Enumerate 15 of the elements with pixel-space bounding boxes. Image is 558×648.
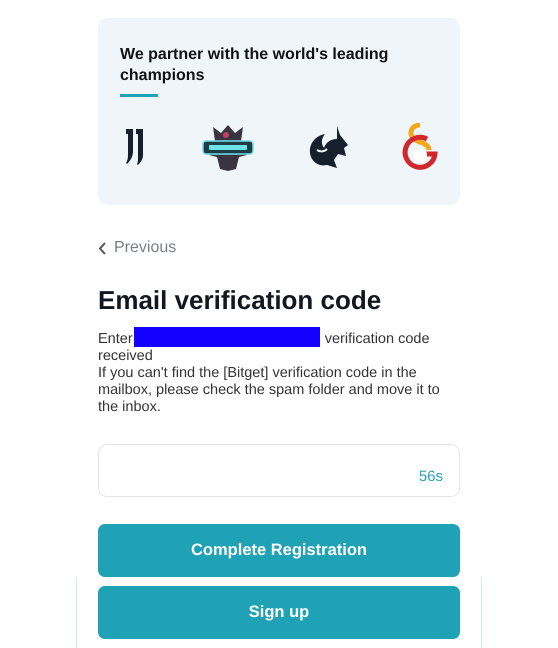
card-heading: We partner with the world's leading champions (120, 45, 390, 86)
page-title: Email verification code (98, 285, 382, 315)
sign-up-button[interactable]: Sign up (98, 586, 460, 639)
previous-link[interactable]: Previous (98, 239, 176, 257)
ring-logo-icon (402, 123, 438, 171)
heading-underline (120, 94, 158, 97)
countdown-timer: 56s (418, 468, 443, 485)
chevron-left-icon (98, 242, 106, 254)
hint-text: If you can't find the [Bitget] verification code in the mailbox, please check the spam folder and move it to the inbox. (98, 365, 441, 416)
intro-text: Enter verification code received (98, 331, 431, 365)
badge-logo-icon (201, 123, 256, 171)
dragon-icon (308, 126, 349, 168)
previous-label: Previous (114, 239, 176, 257)
code-field[interactable]: 56s (98, 444, 460, 497)
complete-registration-button[interactable]: Complete Registration (98, 524, 460, 577)
